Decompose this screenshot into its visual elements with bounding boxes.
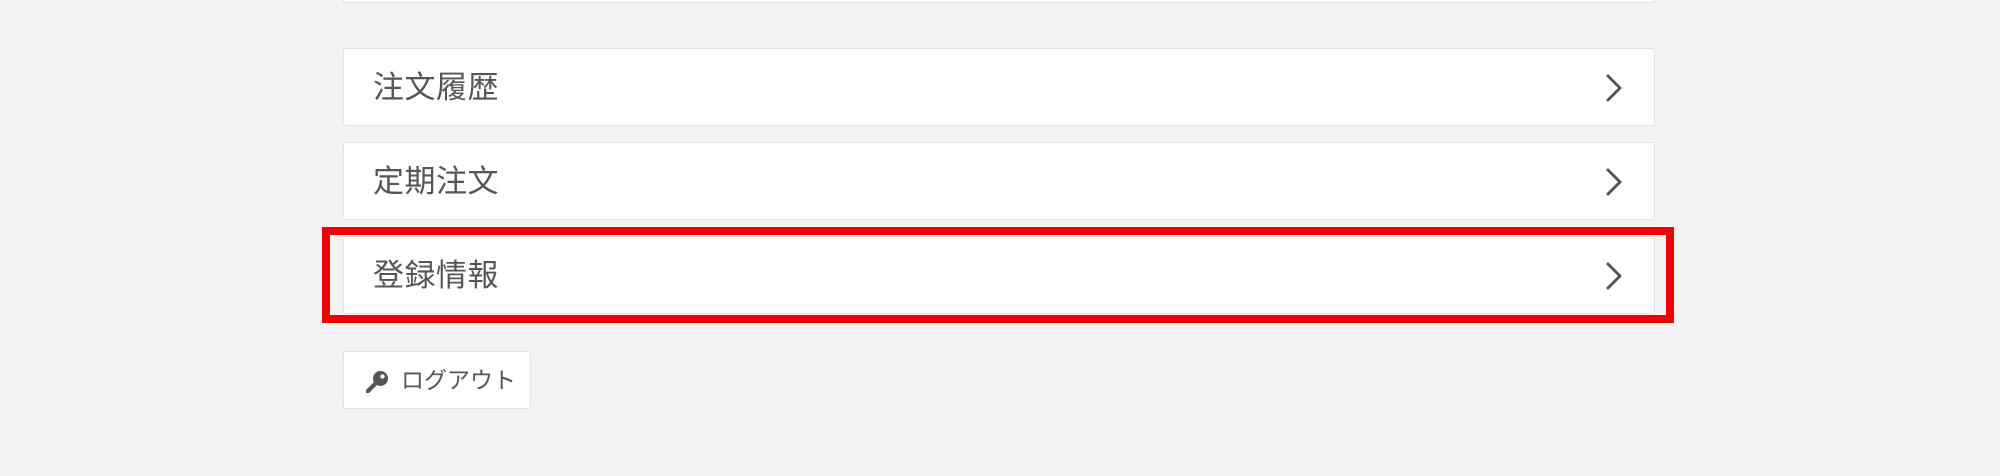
logout-label: ログアウト — [401, 368, 516, 394]
menu-item-subscription[interactable]: 定期注文 — [343, 142, 1655, 220]
menu-item-label: 定期注文 — [373, 164, 499, 200]
chevron-right-icon — [1606, 262, 1622, 290]
menu-item-registration-info[interactable]: 登録情報 — [343, 236, 1655, 314]
menu-item-label: 注文履歴 — [373, 70, 499, 106]
chevron-right-icon — [1606, 74, 1622, 102]
top-panel-edge — [343, 0, 1655, 3]
menu-item-label: 登録情報 — [373, 258, 499, 294]
logout-button[interactable]: ログアウト — [343, 351, 531, 409]
menu-item-order-history[interactable]: 注文履歴 — [343, 48, 1655, 126]
key-icon — [366, 371, 388, 393]
chevron-right-icon — [1606, 168, 1622, 196]
